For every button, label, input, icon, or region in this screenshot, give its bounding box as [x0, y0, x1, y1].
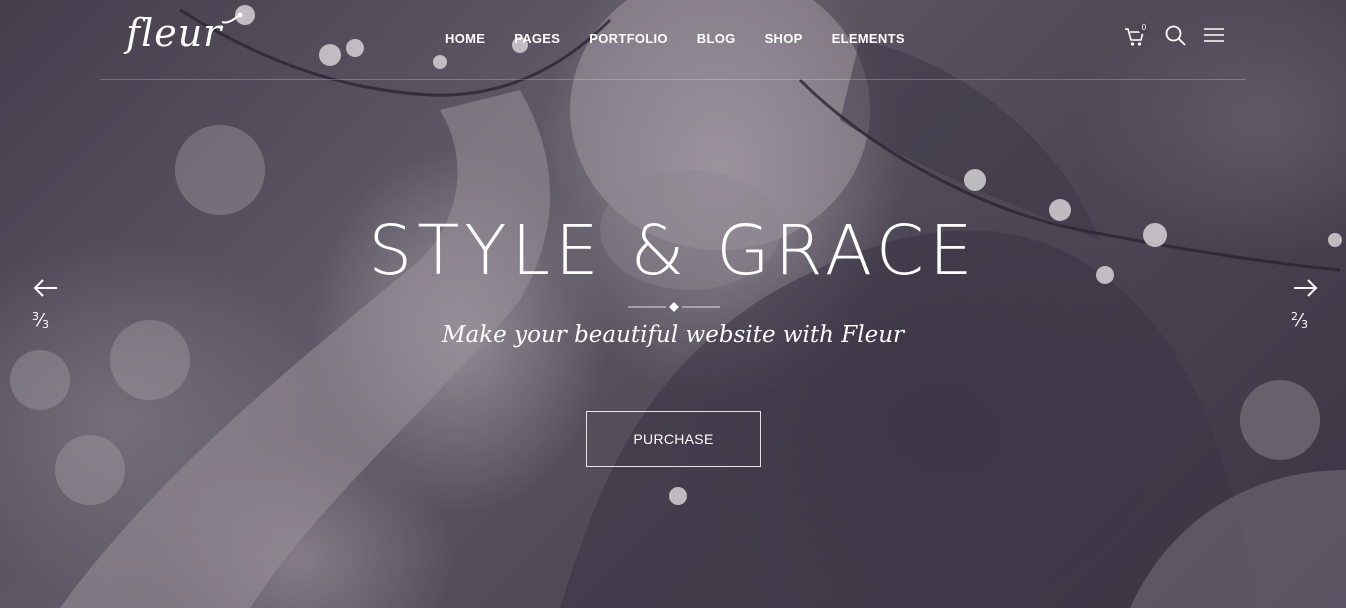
purchase-button-label: PURCHASE	[633, 431, 714, 447]
hero-slider: fleur HOME PAGES PORTFOLIO BLOG SHOP ELE…	[0, 0, 1346, 608]
nav-portfolio[interactable]: PORTFOLIO	[589, 31, 668, 46]
cart-button[interactable]: 0	[1124, 22, 1150, 53]
nav-elements[interactable]: ELEMENTS	[832, 31, 905, 46]
hamburger-menu-icon	[1204, 28, 1224, 42]
cart-count-badge: 0	[1138, 22, 1150, 34]
header-icons: 0	[1124, 22, 1225, 53]
diamond-icon	[669, 302, 679, 312]
search-button[interactable]	[1164, 24, 1188, 53]
nav-pages[interactable]: PAGES	[514, 31, 560, 46]
search-icon	[1165, 25, 1186, 46]
nav-home[interactable]: HOME	[445, 31, 485, 46]
main-navigation: HOME PAGES PORTFOLIO BLOG SHOP ELEMENTS	[445, 31, 934, 46]
nav-blog[interactable]: BLOG	[697, 31, 736, 46]
hero-headline: STYLE & GRACE	[368, 211, 978, 291]
menu-button[interactable]	[1203, 26, 1225, 51]
logo-text: fleur	[126, 11, 223, 55]
decorative-divider	[628, 302, 720, 312]
logo-swash-icon	[221, 12, 243, 24]
nav-shop[interactable]: SHOP	[765, 31, 803, 46]
purchase-button[interactable]: PURCHASE	[586, 411, 761, 467]
site-logo[interactable]: fleur	[126, 14, 222, 52]
site-header: fleur HOME PAGES PORTFOLIO BLOG SHOP ELE…	[100, 0, 1246, 80]
hero-subtitle: Make your beautiful website with Fleur	[441, 322, 905, 348]
